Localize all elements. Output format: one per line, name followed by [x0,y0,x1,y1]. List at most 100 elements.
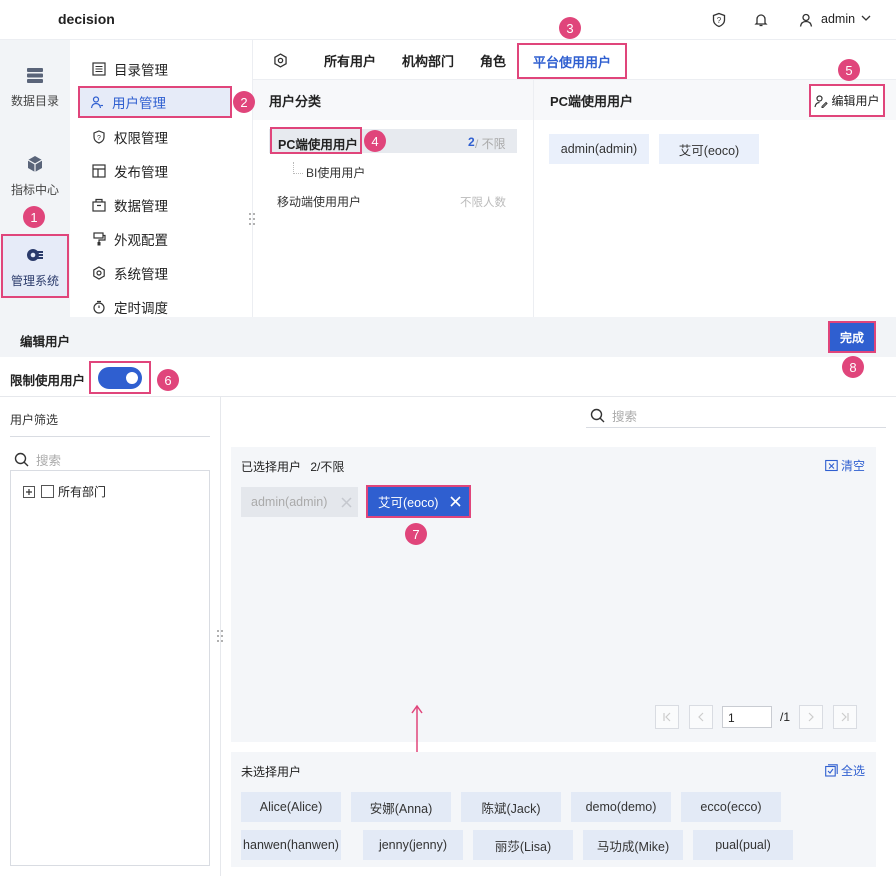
user-filter-panel: 用户筛选 搜索 所有部门 [0,397,221,876]
unselected-users-panel: 未选择用户 全选 Alice(Alice) 安娜(Anna) 陈斌(Jack) … [231,752,876,867]
page-number-input[interactable]: 1 [722,706,772,728]
first-page-icon[interactable] [655,705,679,729]
next-page-icon[interactable] [799,705,823,729]
rail-item-data-catalog[interactable]: 数据目录 [0,64,70,109]
unselected-user-button[interactable]: jenny(jenny) [363,830,463,860]
menu-label: 用户管理 [112,96,166,111]
chip-label: admin(admin) [251,495,328,509]
tab-roles[interactable]: 角色 [480,40,506,80]
top-bar: decision ? admin [0,0,896,40]
unselected-user-button[interactable]: demo(demo) [571,792,671,822]
prev-page-icon[interactable] [689,705,713,729]
menu-item-data[interactable]: 数据管理 [80,190,230,220]
unselected-user-button[interactable]: 安娜(Anna) [351,792,451,822]
list-icon [92,62,106,76]
menu-label: 系统管理 [114,267,168,282]
restrict-toggle-highlight [89,361,151,394]
svg-text:?: ? [97,135,101,142]
select-all-button[interactable]: 全选 [825,762,865,779]
menu-item-user-management[interactable]: 用户管理 [78,86,232,118]
page-total: /1 [780,710,791,724]
unselected-user-button[interactable]: ecco(ecco) [681,792,781,822]
pc-users-panel: PC端使用用户 编辑用户 admin(admin) 艾可(eoco) [534,80,896,317]
category-label: PC端使用用户 [278,138,358,152]
selected-user-chip: 艾可(eoco) [366,485,471,518]
tab-departments[interactable]: 机构部门 [402,40,454,80]
management-menu: 目录管理 用户管理 ? 权限管理 发布管理 数据管理 外观配置 系统管理 定时调… [70,40,253,317]
callout-marker: 7 [405,523,427,545]
restrict-users-toggle[interactable] [98,366,142,389]
menu-label: 权限管理 [114,131,168,146]
select-all-label: 全选 [841,764,866,778]
unselected-user-button[interactable]: pual(pual) [693,830,793,860]
callout-marker: 6 [157,369,179,391]
selected-users-panel: 已选择用户 2/不限 清空 admin(admin) 艾可(eoco) [231,447,876,742]
remove-icon[interactable] [450,496,462,507]
chevron-down-icon[interactable] [860,12,872,27]
rail-label: 数据目录 [10,94,59,108]
callout-marker: 3 [559,17,581,39]
tree-node-all-departments[interactable]: 所有部门 [23,483,106,500]
search-icon [14,452,29,467]
remove-icon[interactable] [341,496,352,508]
bell-icon[interactable] [752,11,770,29]
settings-icon [92,266,106,280]
select-all-icon [825,764,838,777]
clear-button[interactable]: 清空 [825,457,865,474]
menu-item-system[interactable]: 系统管理 [80,258,230,288]
menu-item-publish[interactable]: 发布管理 [80,156,230,186]
unselected-user-button[interactable]: hanwen(hanwen) [241,830,341,860]
filter-title: 用户筛选 [10,413,59,427]
panel-resize-handle[interactable] [248,212,256,225]
tab-bar: 所有用户 机构部门 角色 平台使用用户 [253,40,896,80]
expand-icon[interactable] [23,485,35,498]
checkbox-icon[interactable] [41,485,54,498]
unselected-user-button[interactable]: Alice(Alice) [241,792,341,822]
callout-marker: 8 [842,356,864,378]
user-avatar-icon[interactable] [797,11,815,29]
user-chip: 艾可(eoco) [659,134,759,164]
last-page-icon[interactable] [833,705,857,729]
menu-item-directory[interactable]: 目录管理 [80,54,230,84]
paint-icon [92,232,106,246]
menu-label: 数据管理 [114,199,168,214]
svg-text:?: ? [717,16,722,25]
menu-item-permissions[interactable]: ? 权限管理 [80,122,230,152]
edit-users-button[interactable]: 编辑用户 [809,84,885,117]
filter-search-input[interactable]: 搜索 [14,449,210,469]
rail-item-metric-center[interactable]: 指标中心 [0,153,70,198]
clear-icon [825,459,838,472]
tree-connector [293,162,303,174]
panel-resize-handle[interactable] [216,629,224,643]
callout-marker: 1 [23,206,45,228]
publish-icon [92,164,106,178]
help-icon[interactable]: ? [710,11,728,29]
category-panel-title: 用户分类 [253,80,533,120]
menu-label: 定时调度 [114,301,168,316]
unselected-user-button[interactable]: 陈斌(Jack) [461,792,561,822]
category-item-bi[interactable]: BI使用用户 [306,164,365,181]
category-item-mobile[interactable]: 移动端使用用户 [277,193,361,210]
settings-gear-icon[interactable] [273,40,288,80]
clear-label: 清空 [841,459,866,473]
selected-title-text: 已选择用户 [241,460,302,474]
selected-title: 已选择用户 2/不限 [241,458,344,475]
rail-label: 指标中心 [10,183,59,197]
tab-all-users[interactable]: 所有用户 [324,40,376,80]
selected-user-chip: admin(admin) [241,487,358,517]
rail-item-management-system[interactable]: 管理系统 [1,234,69,298]
edit-user-icon [814,94,829,108]
unselected-user-button[interactable]: 丽莎(Lisa) [473,830,573,860]
menu-item-appearance[interactable]: 外观配置 [80,224,230,254]
cube-icon [24,153,46,175]
username-label[interactable]: admin [821,12,855,26]
done-button[interactable]: 完成 [828,321,876,353]
callout-marker: 5 [838,59,860,81]
edit-users-header: 编辑用户 [0,317,896,357]
tab-platform-users[interactable]: 平台使用用户 [517,43,628,79]
edit-users-label: 编辑用户 [831,94,880,108]
search-placeholder: 搜索 [36,453,62,468]
user-search-input[interactable]: 搜索 [586,404,886,428]
unselected-user-button[interactable]: 马功成(Mike) [583,830,683,860]
gear-grid-icon [24,244,46,266]
